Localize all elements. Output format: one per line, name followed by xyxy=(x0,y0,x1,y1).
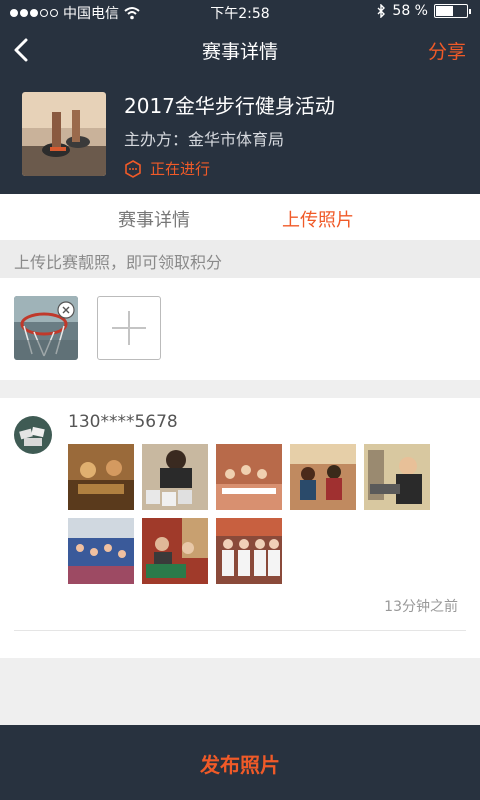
event-organizer: 主办方：金华市体育局 xyxy=(124,130,285,149)
post-photo[interactable] xyxy=(216,518,282,584)
divider xyxy=(14,630,466,631)
tab-upload-photos[interactable]: 上传照片 xyxy=(282,206,354,232)
post-photo[interactable] xyxy=(68,518,134,584)
photo-feed: 130****5678 13分钟之前 xyxy=(0,398,480,658)
bluetooth-icon xyxy=(377,4,386,18)
event-status-label: 正在进行 xyxy=(150,160,211,178)
publish-photos-button[interactable]: 发布照片 xyxy=(0,749,480,778)
battery-group: 58 % xyxy=(377,3,471,19)
post-photo[interactable] xyxy=(290,444,356,510)
post-timestamp: 13分钟之前 xyxy=(384,599,458,615)
event-thumbnail xyxy=(22,92,106,176)
tab-bar: 赛事详情 上传照片 xyxy=(0,194,480,240)
post-photo[interactable] xyxy=(68,444,134,510)
publish-bar: 发布照片 xyxy=(0,725,480,800)
upload-area xyxy=(0,278,480,380)
post-photo[interactable] xyxy=(216,444,282,510)
tab-event-details[interactable]: 赛事详情 xyxy=(118,206,190,232)
battery-percent: 58 % xyxy=(392,3,428,19)
post-photo[interactable] xyxy=(142,444,208,510)
battery-icon xyxy=(434,4,471,18)
upload-hint: 上传比赛靓照，即可领取积分 xyxy=(0,240,480,278)
close-circle-icon[interactable] xyxy=(57,301,75,319)
event-title: 2017金华步行健身活动 xyxy=(124,94,335,118)
page-title: 赛事详情 xyxy=(201,41,278,63)
add-photo-button[interactable] xyxy=(97,296,161,360)
nav-bar: 赛事详情 分享 xyxy=(0,24,480,76)
avatar[interactable] xyxy=(14,416,52,454)
post-photo[interactable] xyxy=(364,444,430,510)
post-photo[interactable] xyxy=(142,518,208,584)
event-header: 2017金华步行健身活动 主办方：金华市体育局 正在进行 xyxy=(0,76,480,194)
hexagon-status-icon xyxy=(125,159,141,178)
plus-icon xyxy=(112,311,146,345)
status-bar: 中国电信 下午2:58 58 % xyxy=(0,0,480,24)
event-status: 正在进行 xyxy=(124,158,210,179)
post-username: 130****5678 xyxy=(68,412,178,432)
share-button[interactable]: 分享 xyxy=(428,37,466,64)
